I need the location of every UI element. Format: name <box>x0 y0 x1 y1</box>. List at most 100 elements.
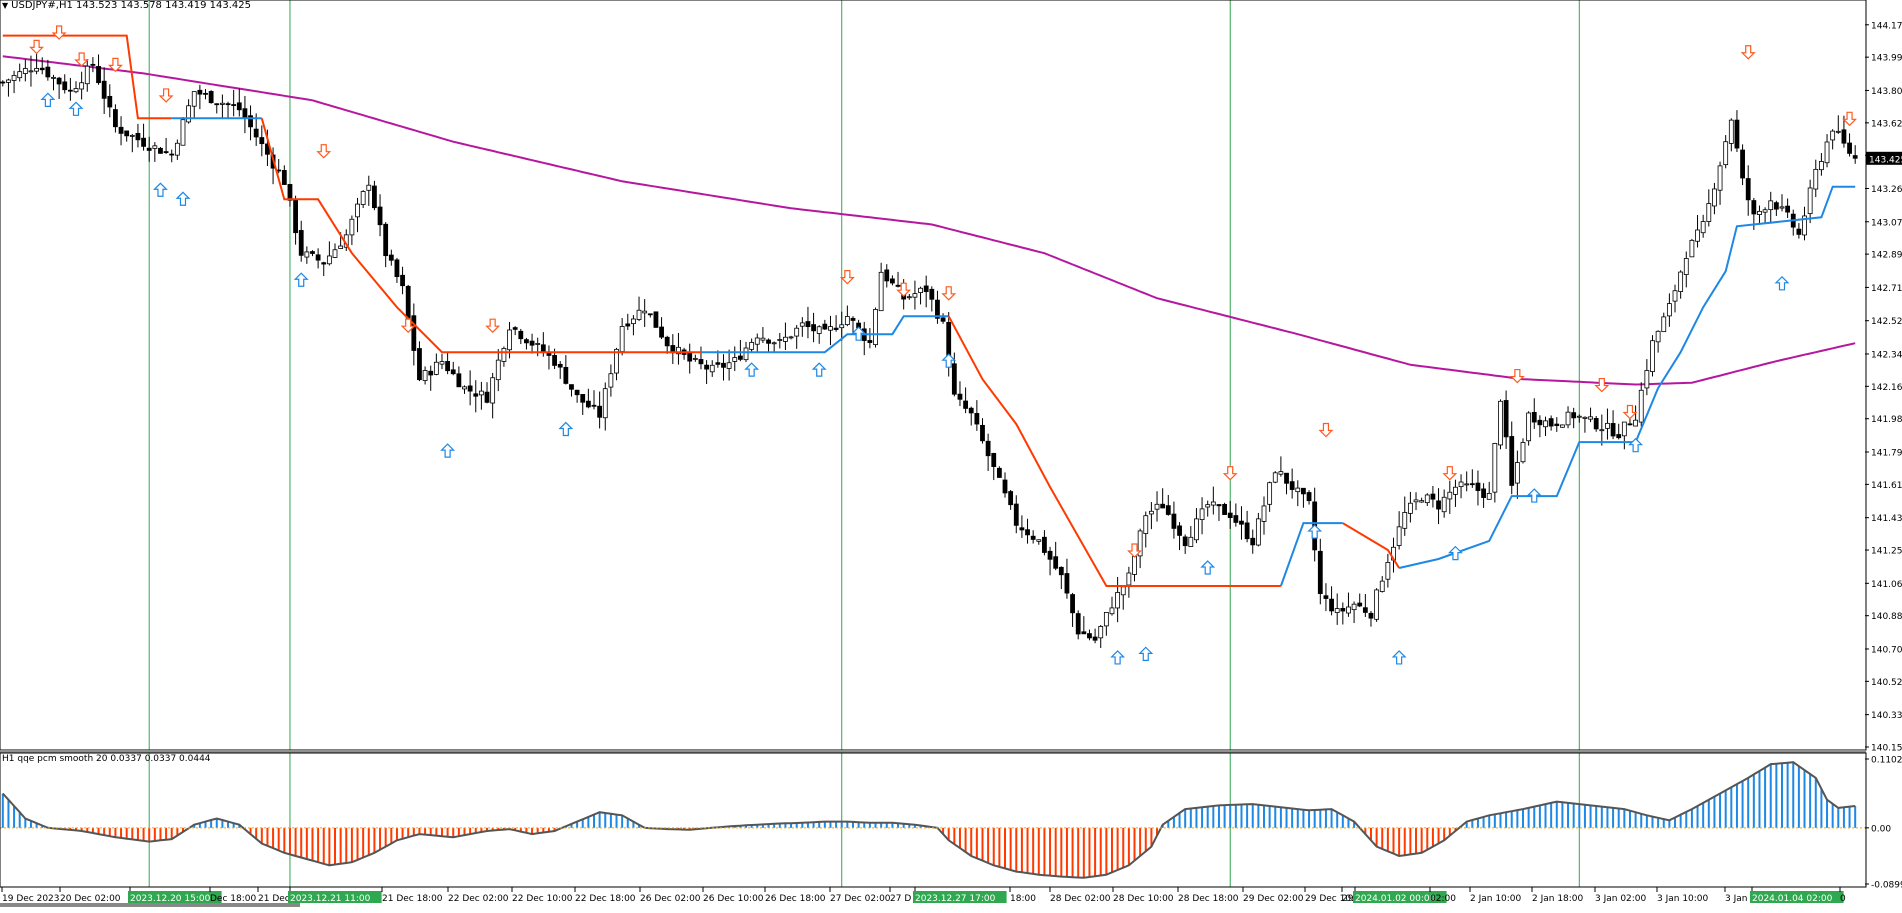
candle-body <box>1368 612 1374 619</box>
candle <box>1503 390 1509 449</box>
price-chart[interactable] <box>0 0 1858 887</box>
candle-body <box>1672 290 1678 302</box>
candle <box>1194 508 1199 544</box>
candle <box>1560 424 1565 428</box>
candle <box>208 90 214 104</box>
candle-body <box>1323 595 1329 599</box>
candle <box>1165 494 1171 516</box>
buy-arrow-icon <box>558 421 574 437</box>
candle-body <box>388 254 394 261</box>
candle-body <box>1700 221 1706 234</box>
candle <box>574 389 580 403</box>
candle-body <box>1469 483 1475 486</box>
candle-body <box>647 313 653 316</box>
candle <box>1531 398 1537 429</box>
candle-body <box>467 385 473 392</box>
candle <box>1779 194 1785 212</box>
buy-arrow-icon <box>1774 275 1790 291</box>
candle <box>1143 511 1149 548</box>
candle <box>766 338 771 353</box>
price-tick-label: 141.615 <box>1871 481 1902 491</box>
candle-body <box>1030 535 1036 540</box>
candle-body <box>428 370 434 376</box>
candle <box>788 335 794 340</box>
candle <box>676 333 681 365</box>
candle <box>1717 161 1723 205</box>
time-tick-label: 21 Dec <box>258 894 290 904</box>
price-tick-label: 143.625 <box>1871 119 1902 129</box>
candle <box>664 335 670 354</box>
candle <box>1368 610 1374 627</box>
candle-body <box>1165 505 1171 515</box>
candle-body <box>591 404 597 407</box>
candle <box>1199 497 1205 535</box>
buy-arrow-icon <box>1447 545 1463 561</box>
candle <box>1385 553 1391 588</box>
candle-body <box>878 271 884 312</box>
candle <box>1683 251 1689 288</box>
candle-body <box>355 203 360 218</box>
candle-body <box>1092 636 1098 641</box>
candle <box>129 133 135 153</box>
sell-arrow-icon <box>158 88 174 103</box>
collapse-triangle-icon[interactable]: ▼ <box>2 1 8 10</box>
candle <box>411 303 417 366</box>
candle-body <box>1272 472 1278 483</box>
candle-body <box>1087 633 1092 639</box>
candle <box>462 385 467 394</box>
candle-body <box>963 400 968 409</box>
candle-body <box>332 249 338 258</box>
candle-body <box>1407 502 1413 514</box>
candle-body <box>174 142 180 156</box>
candle-body <box>39 67 45 71</box>
candle-body <box>135 132 141 141</box>
candle-body <box>1689 239 1695 258</box>
time-tick-label: 18:00 <box>1010 894 1036 904</box>
candle <box>1278 456 1284 477</box>
candle <box>670 334 676 364</box>
candle-body <box>1346 606 1351 614</box>
candle <box>203 89 208 100</box>
candle-body <box>1053 556 1059 569</box>
candle-body <box>828 326 833 331</box>
sell-arrow-icon <box>1318 422 1334 438</box>
price-tick-label: 142.525 <box>1871 317 1902 327</box>
candle <box>1272 471 1278 484</box>
candle-body <box>203 92 208 95</box>
candle-body <box>315 254 321 261</box>
chart-canvas[interactable]: 144.170143.990143.805143.625143.445143.2… <box>0 0 1902 913</box>
candle <box>191 91 197 119</box>
candle-body <box>6 79 11 83</box>
candle-body <box>1520 442 1526 463</box>
candle-body <box>1835 130 1841 133</box>
candle-body <box>1852 155 1858 159</box>
candle-body <box>1723 141 1729 166</box>
candle <box>512 326 518 336</box>
time-tick-label: 28 Dec 10:00 <box>1113 894 1174 904</box>
candle-body <box>1605 422 1610 429</box>
candle <box>0 80 6 87</box>
candle-body <box>974 413 980 425</box>
candle-body <box>79 82 85 90</box>
candle <box>585 388 591 409</box>
candle-body <box>1239 520 1244 525</box>
candle <box>861 321 867 356</box>
indicator-tick-label: 0.1102 <box>1871 756 1902 766</box>
candle-body <box>113 109 118 128</box>
price-tick-label: 142.340 <box>1871 350 1902 360</box>
candle <box>546 345 552 370</box>
candle <box>34 52 39 75</box>
candle <box>1537 415 1543 438</box>
candle <box>433 353 439 376</box>
candle-body <box>411 315 417 351</box>
candle <box>828 315 833 346</box>
candle-body <box>1182 536 1188 547</box>
candle <box>439 353 445 370</box>
time-tick-label: 28 Dec 02:00 <box>1050 894 1111 904</box>
candle <box>580 394 586 415</box>
candle-body <box>844 316 850 326</box>
indicator-chart[interactable] <box>0 761 1865 879</box>
candle-body <box>1464 483 1470 486</box>
candle <box>890 275 895 286</box>
time-tick-label: 26 Dec 10:00 <box>703 894 764 904</box>
